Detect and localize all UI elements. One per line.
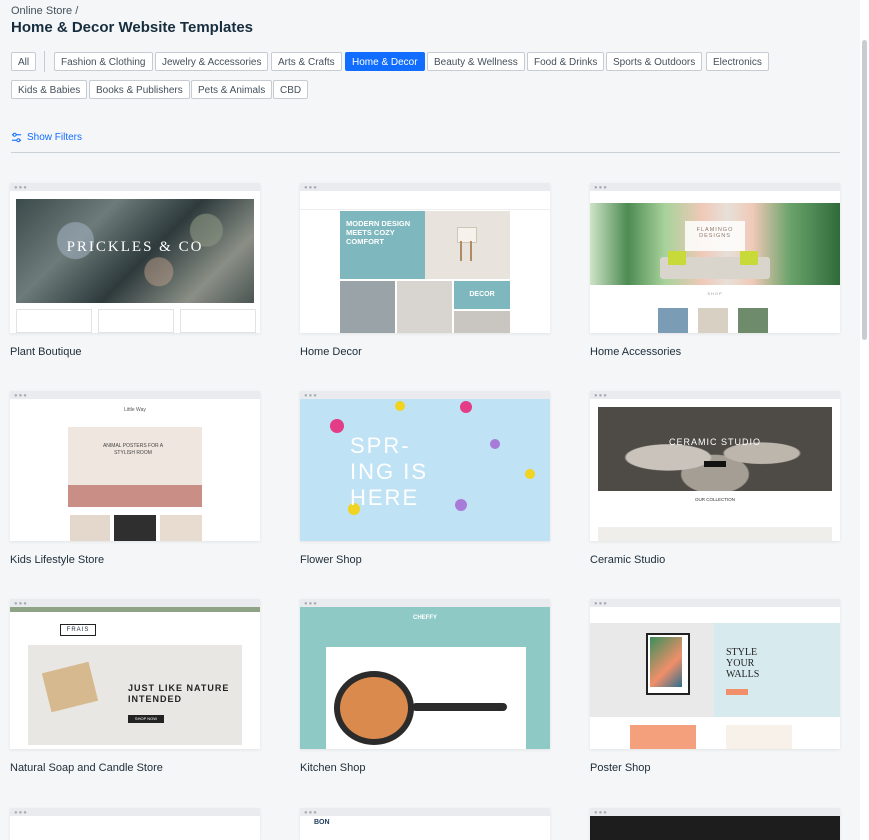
template-thumbnail[interactable]: ●●● CHEFFY <box>300 599 550 749</box>
template-thumbnail[interactable]: ●●● <box>590 808 840 840</box>
category-chip-electronics[interactable]: Electronics <box>706 52 769 71</box>
filter-sliders-icon <box>11 132 22 143</box>
brand-name: Little Way <box>124 407 146 413</box>
scrollbar-thumb[interactable] <box>862 40 867 340</box>
hero-title: STYLE YOUR WALLS <box>726 647 760 680</box>
template-thumbnail[interactable]: ●●● <box>10 808 260 840</box>
category-chip-cbd[interactable]: CBD <box>273 80 309 99</box>
template-thumbnail[interactable]: ●●● STYLE YOUR WALLS <box>590 599 840 749</box>
category-chip-all[interactable]: All <box>11 52 37 71</box>
category-chip-sports-outdoors[interactable]: Sports & Outdoors <box>606 52 703 71</box>
category-chip-home-decor[interactable]: Home & Decor <box>345 52 425 71</box>
template-card-natural-soap-candle-store[interactable]: ●●● FRAIS JUST LIKE NATURE INTENDED SHOP… <box>10 599 260 774</box>
template-thumbnail[interactable]: ●●● MODERN DESIGN MEETS COZY COMFORT DEC… <box>300 183 550 333</box>
hero-title: SPR-ING IS HERE <box>350 433 429 510</box>
template-card-kitchen-shop[interactable]: ●●● CHEFFY Kitchen Shop <box>300 599 550 774</box>
template-card-flower-shop[interactable]: ●●● SPR-ING IS HERE Flower Shop <box>300 391 550 566</box>
template-card-poster-shop[interactable]: ●●● STYLE YOUR WALLS Poster Shop <box>590 599 840 774</box>
template-thumbnail[interactable]: ●●● Little Way ANIMAL POSTERS FOR A STYL… <box>10 391 260 541</box>
template-card-plant-boutique[interactable]: ●●● PRICKLES & CO Plant Boutique <box>10 183 260 358</box>
template-thumbnail[interactable]: ●●● PRICKLES & CO <box>10 183 260 333</box>
breadcrumb[interactable]: Online Store / <box>11 5 78 17</box>
category-chip-food-drinks[interactable]: Food & Drinks <box>527 52 605 71</box>
show-filters-toggle[interactable]: Show Filters <box>11 132 82 143</box>
show-filters-label: Show Filters <box>27 132 83 143</box>
shop-label: SHOP <box>707 291 723 296</box>
template-thumbnail[interactable]: ●●● FRAIS JUST LIKE NATURE INTENDED SHOP… <box>10 599 260 749</box>
chip-divider <box>44 51 45 72</box>
template-name[interactable]: Ceramic Studio <box>590 554 665 566</box>
template-name[interactable]: Flower Shop <box>300 554 362 566</box>
template-thumbnail[interactable]: ●●● FLAMINGO DESIGNS SHOP <box>590 183 840 333</box>
category-chip-pets-animals[interactable]: Pets & Animals <box>191 80 273 99</box>
template-name[interactable]: Plant Boutique <box>10 346 82 358</box>
template-name[interactable]: Kids Lifestyle Store <box>10 554 104 566</box>
template-name[interactable]: Home Decor <box>300 346 362 358</box>
template-gallery-page: Online Store / Home & Decor Website Temp… <box>0 0 861 840</box>
template-card-row4-2[interactable]: ●●● BON <box>300 808 550 840</box>
template-card-home-decor[interactable]: ●●● MODERN DESIGN MEETS COZY COMFORT DEC… <box>300 183 550 358</box>
brand-logo: FRAIS <box>60 624 96 636</box>
brand-logo: BON <box>314 819 330 826</box>
template-card-ceramic-studio[interactable]: ●●● CERAMIC STUDIO OUR COLLECTION Cerami… <box>590 391 840 566</box>
page-scrollbar[interactable] <box>860 0 869 840</box>
template-thumbnail[interactable]: ●●● SPR-ING IS HERE <box>300 391 550 541</box>
hero-title: JUST LIKE NATURE INTENDED <box>128 683 230 704</box>
brand-name: CHEFFY <box>413 615 437 621</box>
template-name[interactable]: Natural Soap and Candle Store <box>10 762 163 774</box>
category-chip-kids-babies[interactable]: Kids & Babies <box>11 80 88 99</box>
template-card-home-accessories[interactable]: ●●● FLAMINGO DESIGNS SHOP Home Accessori… <box>590 183 840 358</box>
template-card-kids-lifestyle-store[interactable]: ●●● Little Way ANIMAL POSTERS FOR A STYL… <box>10 391 260 566</box>
filters-divider <box>11 152 840 153</box>
template-thumbnail[interactable]: ●●● BON <box>300 808 550 840</box>
category-chip-arts-crafts[interactable]: Arts & Crafts <box>271 52 342 71</box>
shop-now-button: SHOP NOW <box>128 715 164 723</box>
page-title: Home & Decor Website Templates <box>11 19 254 36</box>
hero-title: PRICKLES & CO <box>66 239 204 255</box>
collection-label: OUR COLLECTION <box>694 497 735 502</box>
template-card-row4-1[interactable]: ●●● <box>10 808 260 840</box>
hero-title: CERAMIC STUDIO <box>668 437 761 447</box>
template-card-row4-3[interactable]: ●●● <box>590 808 840 840</box>
decor-badge: DECOR <box>469 291 495 298</box>
template-name[interactable]: Poster Shop <box>590 762 651 774</box>
hero-title: ANIMAL POSTERS FOR A STYLISH ROOM <box>102 443 164 456</box>
category-chip-jewelry-accessories[interactable]: Jewelry & Accessories <box>155 52 269 71</box>
hero-title: MODERN DESIGN MEETS COZY COMFORT <box>346 219 411 246</box>
template-name[interactable]: Home Accessories <box>590 346 681 358</box>
hero-title: FLAMINGO DESIGNS <box>696 227 734 239</box>
category-chip-fashion-clothing[interactable]: Fashion & Clothing <box>54 52 153 71</box>
template-name[interactable]: Kitchen Shop <box>300 762 365 774</box>
category-chip-books-publishers[interactable]: Books & Publishers <box>89 80 190 99</box>
template-thumbnail[interactable]: ●●● CERAMIC STUDIO OUR COLLECTION <box>590 391 840 541</box>
category-chip-beauty-wellness[interactable]: Beauty & Wellness <box>427 52 525 71</box>
